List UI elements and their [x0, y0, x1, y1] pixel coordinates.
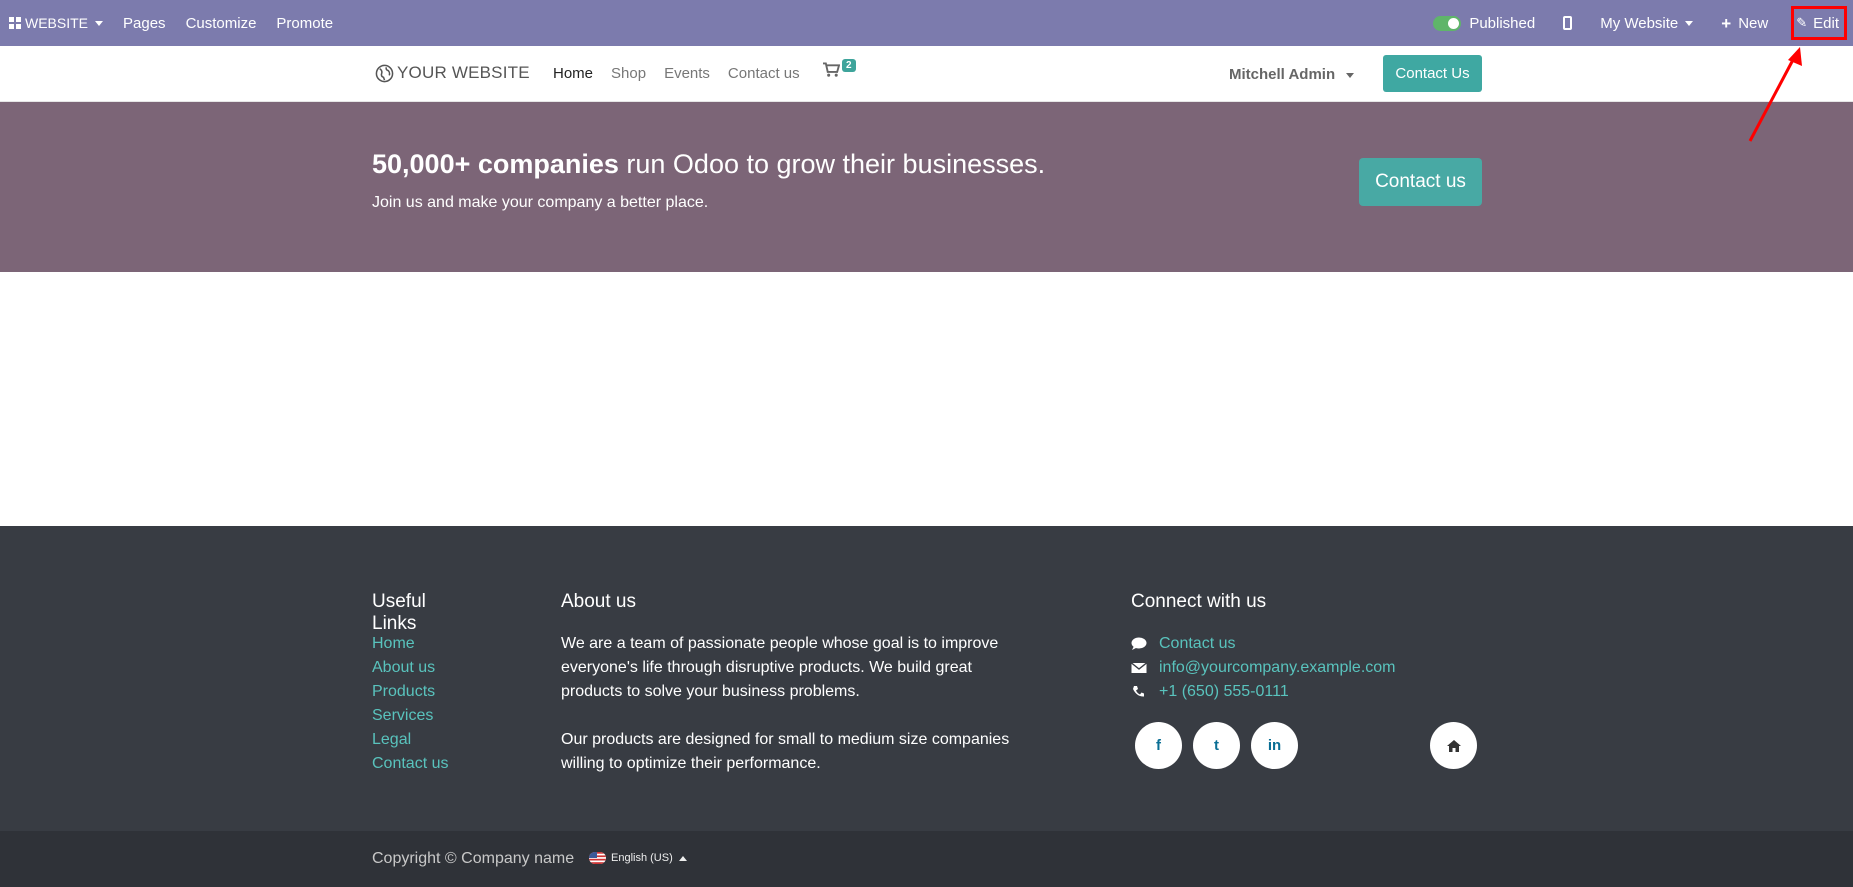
logo-text: YOUR WEBSITE [397, 63, 530, 82]
email-item: info@yourcompany.example.com [1131, 656, 1431, 680]
nav-shop[interactable]: Shop [611, 65, 646, 82]
admin-navbar: WEBSITE Pages Customize Promote Publishe… [0, 0, 1853, 46]
banner-contact-button[interactable]: Contact us [1359, 158, 1482, 206]
nav-home[interactable]: Home [553, 65, 593, 82]
footer-link-contact[interactable]: Contact us [372, 752, 522, 776]
email-link[interactable]: info@yourcompany.example.com [1159, 656, 1396, 680]
app-name: WEBSITE [25, 15, 89, 31]
hero-banner: 50,000+ companies run Odoo to grow their… [0, 102, 1853, 272]
twitter-button[interactable]: t [1193, 722, 1240, 769]
about-paragraph-1: We are a team of passionate people whose… [561, 635, 999, 700]
nav-events[interactable]: Events [664, 65, 710, 82]
chevron-down-icon [1346, 72, 1355, 78]
published-toggle[interactable]: Published [1419, 0, 1549, 46]
apps-grid-icon [9, 17, 21, 29]
admin-right-menu: Published My Website + New ✎ Edit [1419, 0, 1853, 46]
about-title: About us [561, 591, 636, 612]
headline-bold: 50,000+ companies [372, 149, 619, 179]
footer-link-about[interactable]: About us [372, 656, 522, 680]
site-logo[interactable]: YOUR WEBSITE [375, 63, 530, 83]
cart-button[interactable]: 2 [823, 59, 856, 83]
promote-menu[interactable]: Promote [266, 0, 343, 46]
pages-menu[interactable]: Pages [113, 0, 176, 46]
banner-headline: 50,000+ companies run Odoo to grow their… [372, 149, 1045, 180]
footer-link-home[interactable]: Home [372, 632, 522, 656]
linkedin-button[interactable]: in [1251, 722, 1298, 769]
chat-bubble-icon [1131, 637, 1147, 650]
site-header: YOUR WEBSITE Home Shop Events Contact us… [0, 46, 1853, 102]
copyright-text: Copyright © Company name [372, 850, 575, 867]
edit-button[interactable]: ✎ Edit [1782, 0, 1853, 46]
about-paragraph-2: Our products are designed for small to m… [561, 731, 1010, 772]
contact-list: Contact us info@yourcompany.example.com … [1131, 632, 1431, 704]
home-social-button[interactable] [1430, 722, 1477, 769]
admin-left-menu: WEBSITE Pages Customize Promote [0, 0, 343, 46]
new-label: New [1738, 14, 1769, 32]
banner-subtext: Join us and make your company a better p… [372, 194, 709, 211]
plus-icon: + [1721, 13, 1732, 33]
contact-item: Contact us [1131, 632, 1431, 656]
envelope-icon [1131, 662, 1147, 673]
contact-link[interactable]: Contact us [1159, 632, 1235, 656]
user-menu[interactable]: Mitchell Admin [1229, 66, 1355, 83]
chevron-down-icon [1685, 20, 1694, 26]
headline-rest: run Odoo to grow their businesses. [618, 149, 1046, 179]
nav-contact[interactable]: Contact us [728, 65, 800, 82]
main-nav: Home Shop Events Contact us [553, 65, 818, 82]
cart-count-badge: 2 [842, 59, 856, 72]
new-button[interactable]: + New [1707, 0, 1782, 46]
footer-link-services[interactable]: Services [372, 704, 522, 728]
mobile-preview-button[interactable] [1549, 0, 1586, 46]
facebook-button[interactable]: f [1135, 722, 1182, 769]
chevron-up-icon [678, 855, 687, 861]
website-switcher-label: My Website [1600, 14, 1679, 32]
apps-menu-button[interactable]: WEBSITE [0, 0, 113, 46]
language-label: English (US) [611, 852, 673, 864]
footer-link-legal[interactable]: Legal [372, 728, 522, 752]
phone-icon [1133, 686, 1144, 697]
phone-link[interactable]: +1 (650) 555-0111 [1159, 680, 1289, 704]
globe-icon [375, 64, 394, 82]
customize-menu[interactable]: Customize [176, 0, 267, 46]
useful-links-list: Home About us Products Services Legal Co… [372, 632, 522, 776]
edit-label: Edit [1813, 14, 1839, 32]
language-selector[interactable]: English (US) [589, 852, 687, 864]
mobile-icon [1563, 16, 1573, 30]
footer: Useful Links Home About us Products Serv… [0, 526, 1853, 831]
copyright-bar: Copyright © Company name English (US) [0, 831, 1853, 887]
home-icon [1446, 739, 1461, 752]
toggle-switch-icon [1433, 15, 1462, 31]
us-flag-icon [589, 852, 606, 864]
published-label: Published [1469, 14, 1536, 32]
website-switcher[interactable]: My Website [1586, 0, 1707, 46]
user-name: Mitchell Admin [1229, 66, 1336, 83]
footer-link-products[interactable]: Products [372, 680, 522, 704]
pencil-icon: ✎ [1796, 15, 1808, 30]
connect-title: Connect with us [1131, 591, 1267, 612]
chevron-down-icon [95, 20, 104, 26]
header-contact-button[interactable]: Contact Us [1383, 55, 1482, 92]
cart-icon [823, 62, 841, 77]
useful-links-title: Useful Links [372, 591, 426, 634]
phone-item: +1 (650) 555-0111 [1131, 680, 1431, 704]
